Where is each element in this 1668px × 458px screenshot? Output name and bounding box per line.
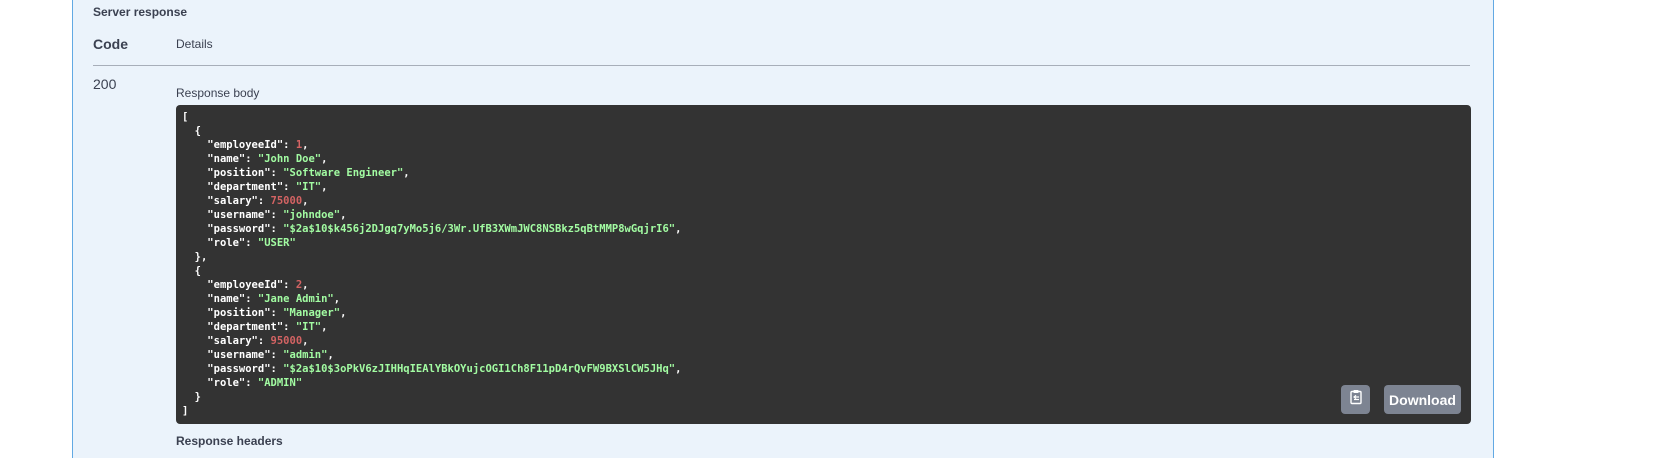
response-body-label: Response body [176,86,260,100]
json-value: "johndoe" [283,209,341,221]
json-value: "$2a$10$k456j2DJgq7yMo5j6/3Wr.UfB3XWmJWC… [283,223,676,235]
json-value: "$2a$10$3oPkV6zJIHHqIEAlYBkOYujcOGI1Ch8F… [283,363,676,375]
response-body-code[interactable]: [ { "employeeId": 1, "name": "John Doe",… [176,105,1471,424]
response-status-code: 200 [93,76,117,92]
details-column-header: Details [176,37,213,51]
clipboard-icon [1348,389,1364,410]
response-headers-label: Response headers [176,434,283,448]
json-value: "ADMIN" [257,377,303,389]
json-value: "IT" [295,181,322,193]
json-value: 95000 [270,335,303,347]
json-value: "John Doe" [257,153,322,165]
json-value: "Manager" [283,307,341,319]
json-content: [ { "employeeId": 1, "name": "John Doe",… [182,111,682,417]
json-value: 2 [295,279,303,291]
table-divider [93,65,1470,66]
code-column-header: Code [93,36,128,52]
copy-to-clipboard-button[interactable] [1341,385,1370,414]
server-response-title: Server response [93,5,188,19]
json-value: "Jane Admin" [257,293,334,305]
json-value: "Software Engineer" [283,167,404,179]
json-value: 75000 [270,195,303,207]
json-value: "IT" [295,321,322,333]
json-value: "USER" [257,237,296,249]
download-button[interactable]: Download [1384,385,1461,414]
json-value: "admin" [283,349,328,361]
json-value: 1 [295,139,303,151]
